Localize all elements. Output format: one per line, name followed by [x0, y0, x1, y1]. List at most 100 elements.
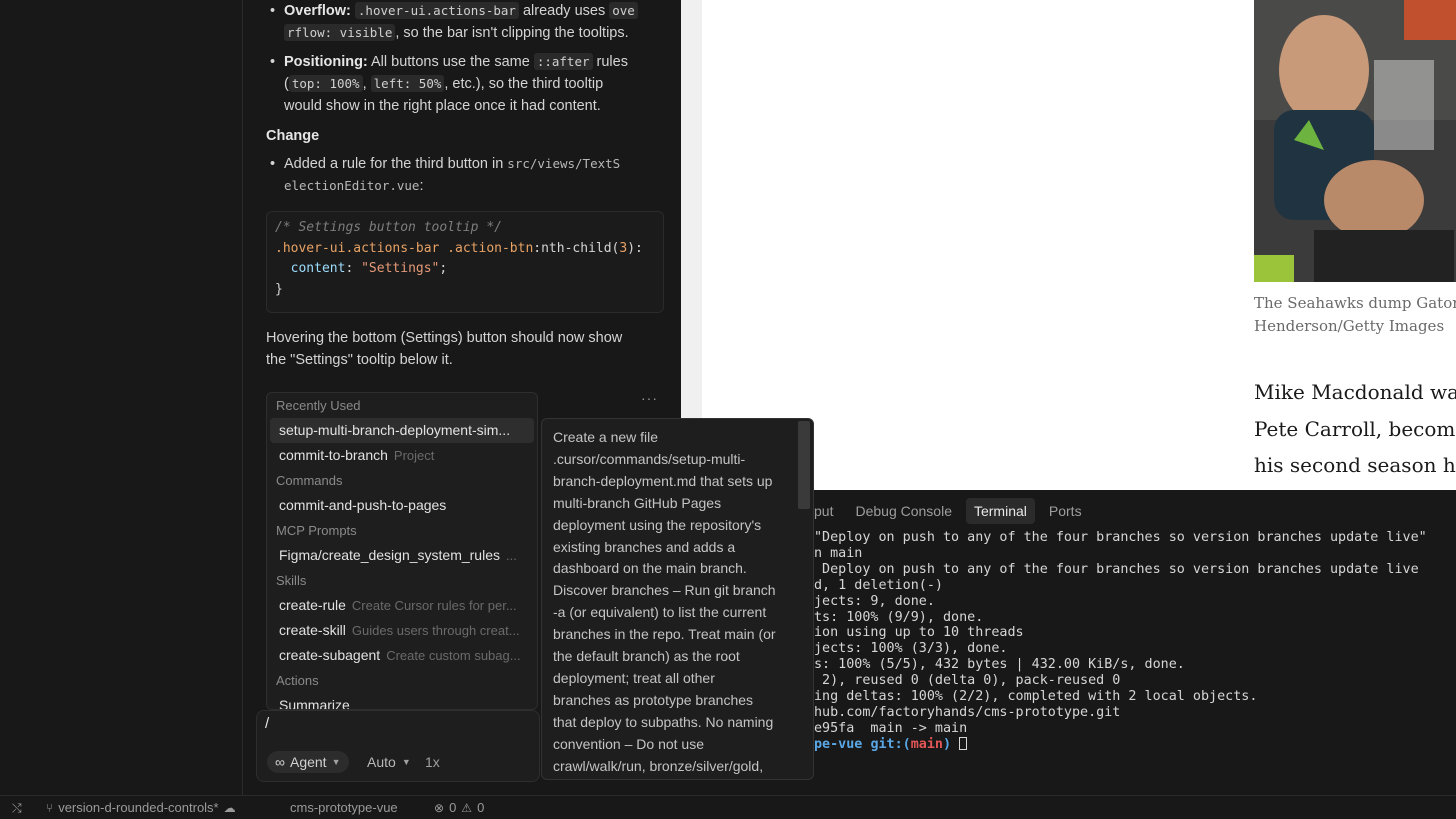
bullet-text: Added a rule for the third button in [284, 156, 508, 172]
bullet-positioning: Positioning: All buttons use the same ::… [266, 51, 664, 117]
terminal-prompt: pe-vue git:(main) [814, 736, 1456, 753]
caption-line: Henderson/Getty Images [1254, 317, 1445, 335]
description-line: .cursor/commands/setup-multi- [553, 450, 746, 467]
branch-name: version-d-rounded-controls* [58, 800, 219, 815]
file-path[interactable]: src/views/TextS [507, 156, 620, 171]
menu-item[interactable]: setup-multi-branch-deployment-sim... [270, 418, 534, 443]
inline-code: .hover-ui.actions-bar [354, 2, 519, 19]
chat-input-box[interactable]: / ∞ Agent ▼ Auto ▼ 1x [256, 710, 540, 782]
bullet-text: All buttons use the same [367, 54, 534, 70]
code-selector: .hover-ui.actions-bar .action-btn [275, 240, 534, 256]
project-name[interactable]: cms-prototype-vue [290, 796, 398, 819]
agent-mode-label: Agent [289, 754, 327, 770]
menu-item-description: Create Cursor rules for per... [351, 598, 517, 613]
model-selector[interactable]: Auto ▼ [367, 751, 411, 773]
menu-item-label: setup-multi-branch-deployment-sim... [279, 422, 511, 438]
status-bar: ⤭ ⑂ version-d-rounded-controls* ☁ cms-pr… [0, 795, 1456, 819]
description-line: Create a new file [553, 429, 659, 445]
bullet-label: Overflow: [284, 3, 351, 19]
inline-code: left: 50% [370, 75, 445, 92]
code-string: "Settings" [361, 261, 440, 276]
terminal-line: 2), reused 0 (delta 0), pack-reused 0 [814, 673, 1121, 689]
menu-item[interactable]: Figma/create_design_system_rules... [270, 543, 534, 568]
code-brace: } [275, 281, 283, 297]
prompt-git: git:( [870, 736, 911, 752]
left-sidebar [0, 0, 243, 795]
terminal-line: e95fa main -> main [814, 720, 968, 736]
popup-scrollbar[interactable] [798, 421, 810, 509]
paragraph-line: Hovering the bottom (Settings) button sh… [266, 330, 623, 346]
menu-item-description: Guides users through creat... [351, 623, 520, 638]
description-line: -a (or equivalent) to list the current [553, 604, 767, 621]
menu-section-header: Actions [276, 673, 319, 688]
bullet-label: Positioning: [284, 54, 368, 70]
menu-item[interactable]: commit-to-branch Project [270, 443, 534, 468]
description-line: that deploy to subpaths. No naming [553, 713, 774, 730]
description-line: branches in the repo. Treat main (or [553, 626, 776, 643]
tab-ports[interactable]: Ports [1041, 498, 1090, 524]
remote-icon[interactable]: ⤭ [12, 796, 22, 819]
description-line: deployment; treat all other [553, 669, 715, 686]
tab-debug-console[interactable]: Debug Console [847, 498, 960, 524]
multiplier-button[interactable]: 1x [425, 751, 440, 773]
menu-item[interactable]: Summarize [270, 693, 534, 709]
tab-terminal[interactable]: Terminal [965, 498, 1035, 524]
article-photo [1254, 0, 1456, 282]
agent-mode-selector[interactable]: ∞ Agent ▼ [267, 751, 349, 773]
menu-item-description: ... [506, 548, 517, 563]
chat-input-text[interactable]: / [265, 715, 269, 732]
bullet-text: would show in the right place once it ha… [284, 98, 601, 114]
chat-message: Overflow: .hover-ui.actions-bar already … [266, 0, 664, 371]
description-line: Discover branches – Run git branch [553, 582, 776, 599]
photo-caption: The Seahawks dump Gator Henderson/Getty … [1254, 292, 1456, 338]
article-line: Pete Carroll, becomin [1254, 416, 1456, 441]
terminal-output[interactable]: "Deploy on push to any of the four branc… [814, 530, 1456, 753]
menu-item[interactable]: create-rule Create Cursor rules for per..… [270, 593, 534, 618]
terminal-line: jects: 9, done. [814, 593, 935, 609]
terminal-line: s: 100% (5/5), 432 bytes | 432.00 KiB/s,… [814, 657, 1185, 673]
terminal-line: ing deltas: 100% (2/2), completed with 2… [814, 689, 1258, 705]
description-line: deployment using the repository's [553, 516, 762, 533]
terminal-line: n main [814, 545, 863, 561]
git-branch-icon: ⑂ [46, 801, 54, 815]
file-path[interactable]: electionEditor.vue [284, 178, 419, 193]
menu-item-label: commit-and-push-to-pages [279, 497, 447, 513]
infinity-icon: ∞ [275, 754, 285, 770]
menu-item[interactable]: create-subagent Create custom subag... [270, 643, 534, 668]
terminal-line: "Deploy on push to any of the four branc… [814, 530, 1427, 545]
problems-indicator[interactable]: ⊗ 0 ⚠ 0 [434, 796, 484, 819]
code-property: content [275, 261, 346, 276]
terminal-line: d, 1 deletion(-) [814, 577, 943, 593]
terminal-line: ion using up to 10 threads [814, 625, 1024, 641]
error-icon: ⊗ [434, 801, 445, 815]
closing-paragraph: Hovering the bottom (Settings) button sh… [266, 327, 664, 371]
command-description-popup: Create a new file .cursor/commands/setup-… [541, 418, 814, 780]
bullet-text: rules [592, 54, 628, 70]
inline-code: top: 100% [288, 75, 363, 92]
description-line: branch-deployment.md that sets up [553, 472, 773, 489]
inline-code: ::after [533, 53, 593, 70]
menu-section-header: Recently Used [276, 398, 361, 413]
article-line: his second season he [1254, 453, 1456, 477]
article-body: Mike Macdonald was Pete Carroll, becomin… [1254, 374, 1456, 484]
inline-code: rflow: visible [284, 24, 396, 41]
command-description: Create a new file .cursor/commands/setup-… [553, 427, 793, 778]
menu-item-label: create-rule [279, 597, 346, 613]
bullet-overflow: Overflow: .hover-ui.actions-bar already … [266, 0, 664, 44]
bullet-text: , etc.), so the third tooltip [444, 76, 604, 92]
description-line: crawl/walk/run, bronze/silver/gold, [553, 757, 764, 774]
code-punct: ; [439, 261, 448, 276]
code-block: /* Settings button tooltip */ .hover-ui.… [266, 211, 664, 313]
menu-item[interactable]: create-skill Guides users through creat..… [270, 618, 534, 643]
menu-item-label: Figma/create_design_system_rules [279, 547, 500, 563]
terminal-cursor [959, 736, 968, 750]
prompt-branch: main [910, 736, 943, 752]
branch-indicator[interactable]: ⑂ version-d-rounded-controls* ☁ [46, 796, 236, 819]
prompt-directory: pe-vue [814, 736, 871, 752]
description-line: existing branches and adds a [553, 538, 736, 555]
menu-item[interactable]: commit-and-push-to-pages [270, 493, 534, 518]
inline-code: ove [609, 2, 638, 19]
menu-item-label: create-skill [279, 622, 346, 638]
more-actions-icon[interactable]: ··· [641, 390, 658, 406]
article-line: Mike Macdonald was [1254, 380, 1456, 404]
